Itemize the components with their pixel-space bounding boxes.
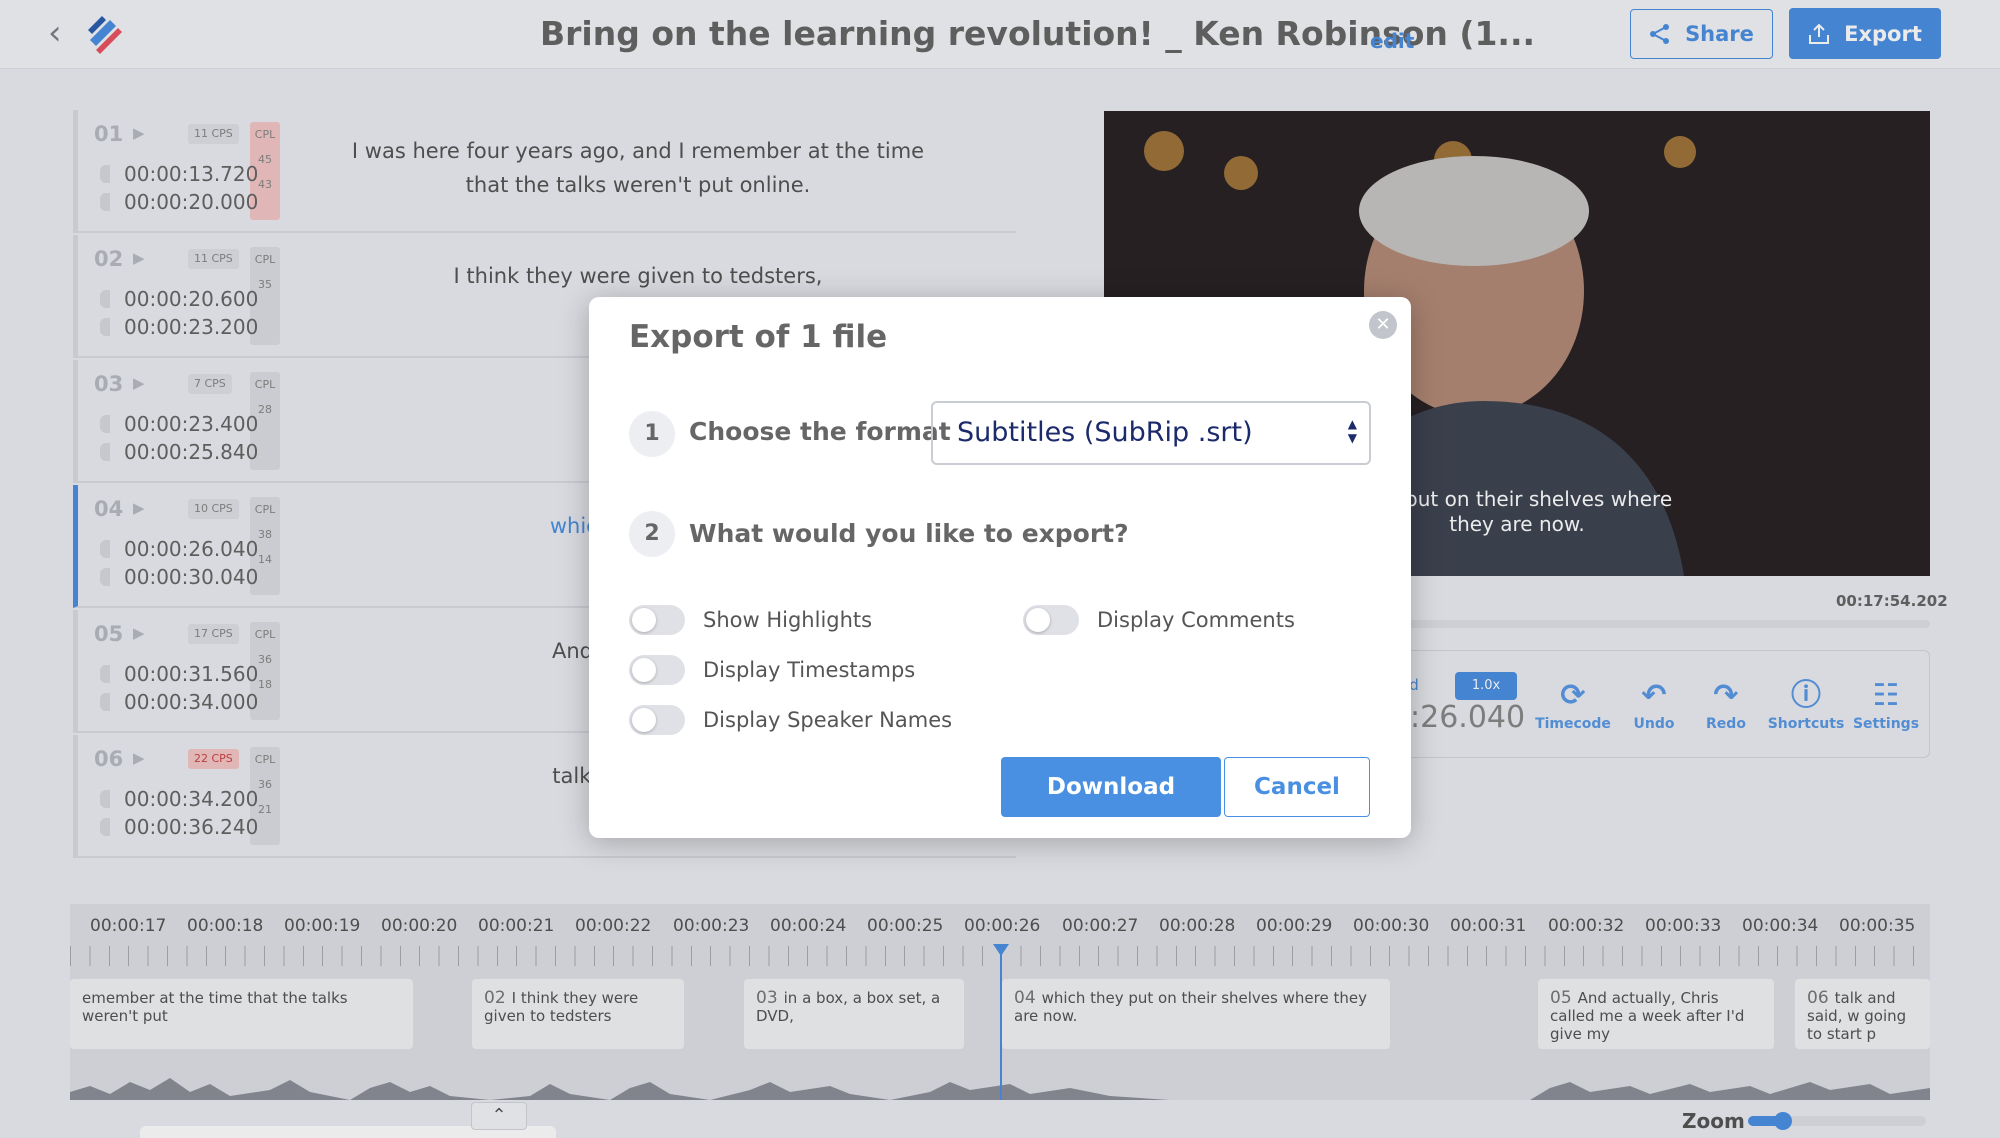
step-number: 1 xyxy=(629,411,675,457)
display-speaker-names-toggle[interactable] xyxy=(629,705,685,735)
select-arrows-icon: ▲ ▼ xyxy=(1347,417,1357,445)
download-button[interactable]: Download xyxy=(1001,757,1221,817)
close-icon[interactable]: ✕ xyxy=(1369,311,1397,339)
toggle-label: Display Comments xyxy=(1097,608,1295,632)
step-label: What would you like to export? xyxy=(689,519,1129,548)
cancel-button[interactable]: Cancel xyxy=(1224,757,1370,817)
step-number: 2 xyxy=(629,511,675,557)
format-select[interactable]: Subtitles (SubRip .srt) ▲ ▼ xyxy=(931,401,1371,465)
show-highlights-toggle[interactable] xyxy=(629,605,685,635)
step-label: Choose the format xyxy=(689,417,951,446)
toggle-label: Show Highlights xyxy=(703,608,873,632)
display-timestamps-toggle[interactable] xyxy=(629,655,685,685)
dialog-title: Export of 1 file xyxy=(629,319,888,355)
toggle-label: Display Timestamps xyxy=(703,658,916,682)
format-value: Subtitles (SubRip .srt) xyxy=(957,417,1253,448)
display-comments-toggle[interactable] xyxy=(1023,605,1079,635)
toggle-label: Display Speaker Names xyxy=(703,708,953,732)
export-dialog: Export of 1 file ✕ 1 Choose the format S… xyxy=(589,297,1411,838)
